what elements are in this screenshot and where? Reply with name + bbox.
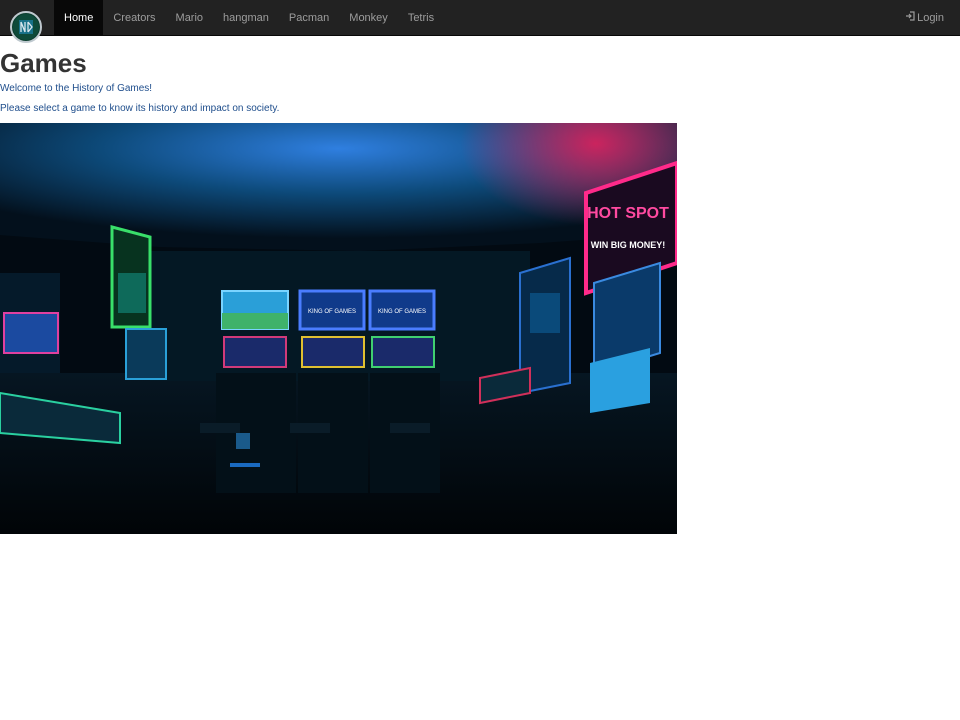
page-title: Games [0,48,87,78]
nav-item-home[interactable]: Home [54,0,104,36]
nav-item-pacman[interactable]: Pacman [279,0,339,36]
site-logo-icon[interactable] [10,11,42,43]
instruction-text: Please select a game to know its history… [0,103,280,114]
nav-item-tetris[interactable]: Tetris [398,0,444,36]
sign-hot-spot: HOT SPOT [587,205,669,222]
main-nav: Home Creators Mario hangman Pacman Monke… [54,0,444,36]
login-link[interactable]: Login [905,0,944,36]
arcade-hero-image: KING OF GAMES KING OF GAMES HOT SPOT WIN… [0,123,677,534]
nav-item-hangman[interactable]: hangman [213,0,279,36]
sign-king-of-games-2: KING OF GAMES [378,309,426,315]
login-label: Login [917,12,944,24]
nav-item-mario[interactable]: Mario [166,0,214,36]
nav-item-creators[interactable]: Creators [103,0,165,36]
sign-win-big-money: WIN BIG MONEY! [591,240,666,250]
welcome-text: Welcome to the History of Games! [0,83,153,94]
nav-item-monkey[interactable]: Monkey [339,0,398,36]
top-navbar: Home Creators Mario hangman Pacman Monke… [0,0,960,43]
login-icon [905,0,917,36]
sign-king-of-games-1: KING OF GAMES [308,309,356,315]
